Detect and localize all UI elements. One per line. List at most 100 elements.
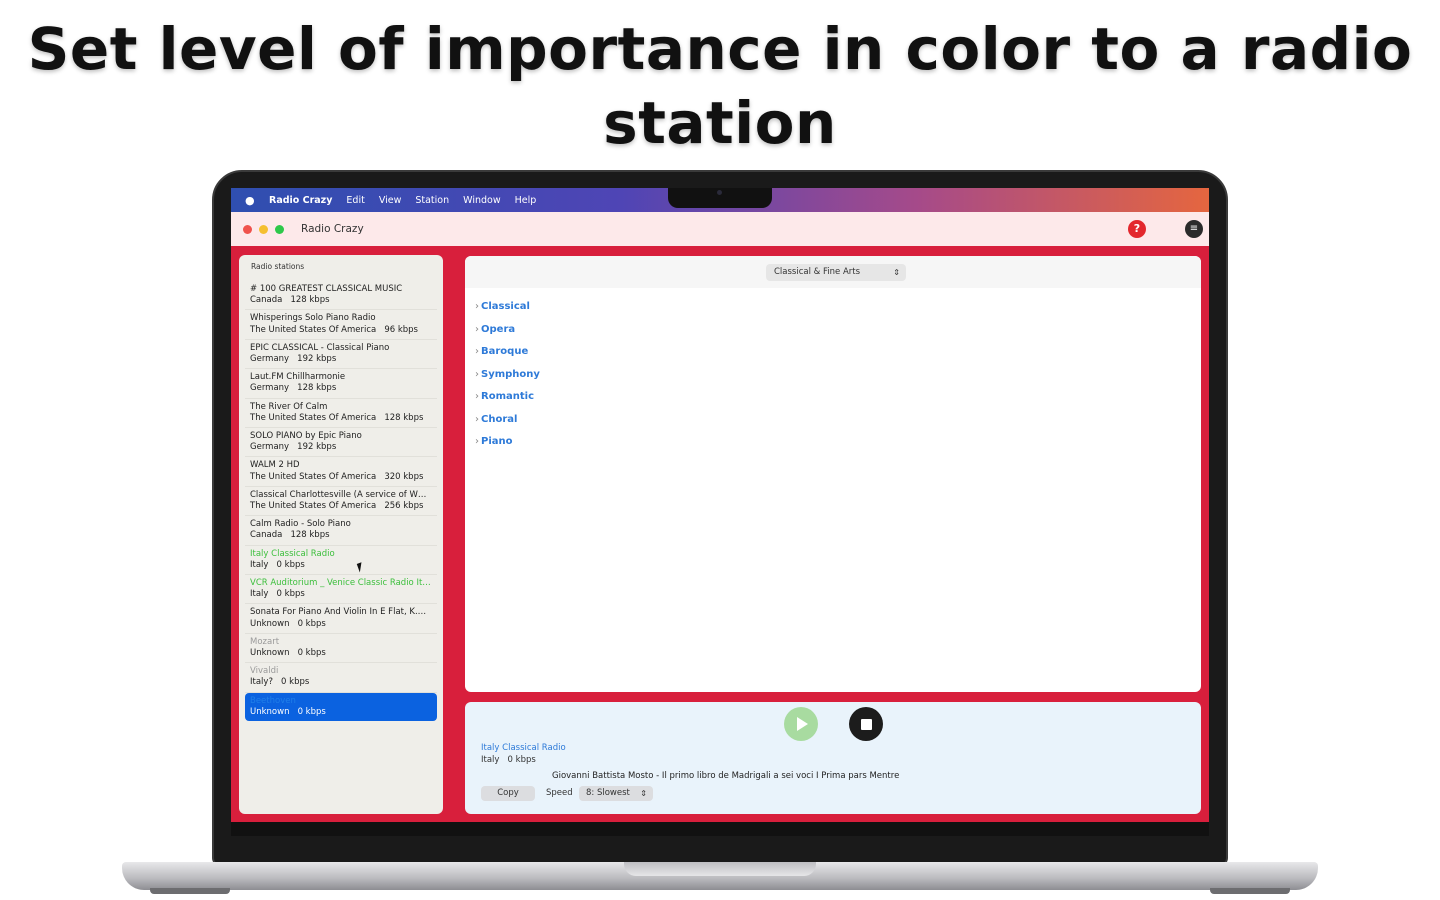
station-info: The United States Of America 96 kbps (250, 324, 418, 335)
station-name: EPIC CLASSICAL - Classical Piano (250, 342, 390, 353)
chevron-right-icon: › (475, 436, 479, 447)
station-list: # 100 GREATEST CLASSICAL MUSIC Canada 128… (245, 281, 437, 722)
chevron-right-icon: › (475, 301, 479, 312)
category-select-value: Classical & Fine Arts (774, 267, 861, 277)
menu-view[interactable]: View (379, 195, 402, 206)
station-info: Germany 192 kbps (250, 354, 337, 365)
station-info: Italy? 0 kbps (250, 677, 310, 688)
laptop-foot-left (150, 888, 230, 894)
station-name: Whisperings Solo Piano Radio (250, 313, 376, 324)
genre-item[interactable]: › Opera (475, 320, 1191, 343)
laptop-foot-right (1210, 888, 1290, 894)
station-row[interactable]: WALM 2 HD The United States Of America 32… (245, 457, 437, 487)
station-info: Canada 128 kbps (250, 295, 330, 306)
stop-button[interactable] (849, 707, 883, 741)
player-panel: Italy Classical Radio Italy 0 kbps Giova… (465, 702, 1201, 814)
genre-item[interactable]: › Classical (475, 297, 1191, 320)
close-window-button[interactable] (243, 224, 252, 234)
genre-label: Classical (481, 301, 530, 312)
station-row[interactable]: Vivaldi Italy? 0 kbps (245, 663, 437, 693)
genre-label: Baroque (481, 346, 529, 357)
station-row[interactable]: Classical Charlottesville (A service of … (245, 487, 437, 517)
menu-help[interactable]: Help (515, 195, 537, 206)
speed-select[interactable]: 8: Slowest ⇕ (579, 786, 653, 801)
station-info: The United States Of America 256 kbps (250, 501, 424, 512)
station-row[interactable]: Mozart Unknown 0 kbps (245, 634, 437, 664)
station-sidebar: Radio stations # 100 GREATEST CLASSICAL … (239, 255, 443, 814)
window-titlebar: Radio Crazy ? ≡ (231, 212, 1209, 246)
station-name: # 100 GREATEST CLASSICAL MUSIC (250, 284, 403, 294)
camera-icon (717, 190, 722, 195)
station-row[interactable]: Sonata For Piano And Violin In E Flat, K… (245, 604, 437, 634)
station-info: Italy 0 kbps (250, 589, 305, 600)
genre-item[interactable]: › Baroque (475, 342, 1191, 365)
genre-label: Piano (481, 436, 513, 447)
station-row[interactable]: Italy Classical Radio Italy 0 kbps (245, 546, 437, 576)
genre-item[interactable]: › Romantic (475, 387, 1191, 410)
genre-panel: Classical & Fine Arts ⇕ › Classical › Opera… (465, 256, 1201, 692)
menu-edit[interactable]: Edit (346, 195, 364, 206)
options-menu-button[interactable]: ≡ (1185, 220, 1203, 238)
station-info: Italy 0 kbps (250, 559, 305, 570)
genre-item[interactable]: › Choral (475, 410, 1191, 433)
station-info: Unknown 0 kbps (250, 618, 326, 629)
now-playing-info: Italy 0 kbps (481, 755, 536, 765)
chevron-right-icon: › (475, 323, 479, 335)
station-row[interactable]: SOLO PIANO by Epic Piano Germany 192 kbps (245, 428, 437, 458)
station-info: Unknown 0 kbps (250, 706, 326, 717)
chevron-right-icon: › (475, 368, 479, 380)
station-name: Mozart (250, 636, 280, 647)
station-info: Germany 192 kbps (250, 442, 337, 453)
chevron-right-icon: › (475, 391, 479, 402)
station-name: VCR Auditorium _ Venice Classic Radio It… (250, 578, 431, 589)
screen-bezel-bottom (231, 822, 1209, 836)
station-name: The River Of Calm (250, 401, 328, 412)
chevron-updown-icon: ⇕ (640, 789, 647, 798)
station-name: WALM 2 HD (250, 460, 300, 471)
station-name: Calm Radio - Solo Piano (250, 519, 351, 530)
station-name: Beethoven (250, 695, 296, 706)
genre-item[interactable]: › Symphony (475, 365, 1191, 388)
zoom-window-button[interactable] (275, 224, 284, 234)
genre-item[interactable]: › Piano (475, 432, 1191, 455)
station-name: Laut.FM Chillharmonie (250, 372, 346, 383)
app-screen: ● Radio Crazy Edit View Station Window H… (231, 188, 1209, 822)
station-row[interactable]: # 100 GREATEST CLASSICAL MUSIC Canada 128… (245, 281, 437, 311)
station-row[interactable]: Beethoven Unknown 0 kbps (245, 692, 437, 722)
station-name: Classical Charlottesville (A service of … (250, 489, 431, 500)
chevron-updown-icon: ⇕ (893, 268, 900, 277)
minimize-window-button[interactable] (259, 224, 268, 234)
station-name: SOLO PIANO by Epic Piano (250, 431, 362, 442)
station-row[interactable]: VCR Auditorium _ Venice Classic Radio It… (245, 575, 437, 605)
station-info: Canada 128 kbps (250, 530, 330, 541)
station-name: Italy Classical Radio (250, 548, 335, 559)
laptop-groove (624, 862, 816, 876)
genre-toolbar: Classical & Fine Arts ⇕ (465, 256, 1201, 288)
station-info: Unknown 0 kbps (250, 648, 326, 659)
station-row[interactable]: Calm Radio - Solo Piano Canada 128 kbps (245, 516, 437, 546)
genre-list: › Classical › Opera › Baroque › Symphony › Romant… (465, 288, 1201, 464)
station-name: Sonata For Piano And Violin In E Flat, K… (250, 607, 431, 618)
chevron-right-icon: › (475, 346, 479, 357)
now-playing-track: Giovanni Battista Mosto - Il primo libro… (552, 771, 900, 781)
station-info: The United States Of America 128 kbps (250, 412, 424, 423)
category-select[interactable]: Classical & Fine Arts ⇕ (766, 264, 906, 281)
apple-menu-icon[interactable]: ● (245, 194, 255, 207)
station-name: Vivaldi (250, 666, 279, 677)
station-row[interactable]: EPIC CLASSICAL - Classical Piano Germany … (245, 340, 437, 370)
station-row[interactable]: Laut.FM Chillharmonie Germany 128 kbps (245, 369, 437, 399)
speed-select-value: 8: Slowest (586, 788, 630, 798)
copy-button[interactable]: Copy (481, 786, 535, 801)
menu-app-name[interactable]: Radio Crazy (269, 195, 332, 206)
genre-label: Romantic (481, 391, 534, 402)
play-button[interactable] (784, 707, 818, 741)
menu-station[interactable]: Station (415, 195, 449, 206)
help-button[interactable]: ? (1128, 220, 1146, 238)
now-playing-station: Italy Classical Radio (481, 743, 566, 753)
station-row[interactable]: Whisperings Solo Piano Radio The United S… (245, 310, 437, 340)
headline: Set level of importance in color to a ra… (27, 15, 1413, 157)
window-title: Radio Crazy (301, 223, 364, 235)
station-row[interactable]: The River Of Calm The United States Of Am… (245, 399, 437, 429)
sidebar-header: Radio stations (251, 262, 305, 271)
menu-window[interactable]: Window (463, 195, 500, 206)
